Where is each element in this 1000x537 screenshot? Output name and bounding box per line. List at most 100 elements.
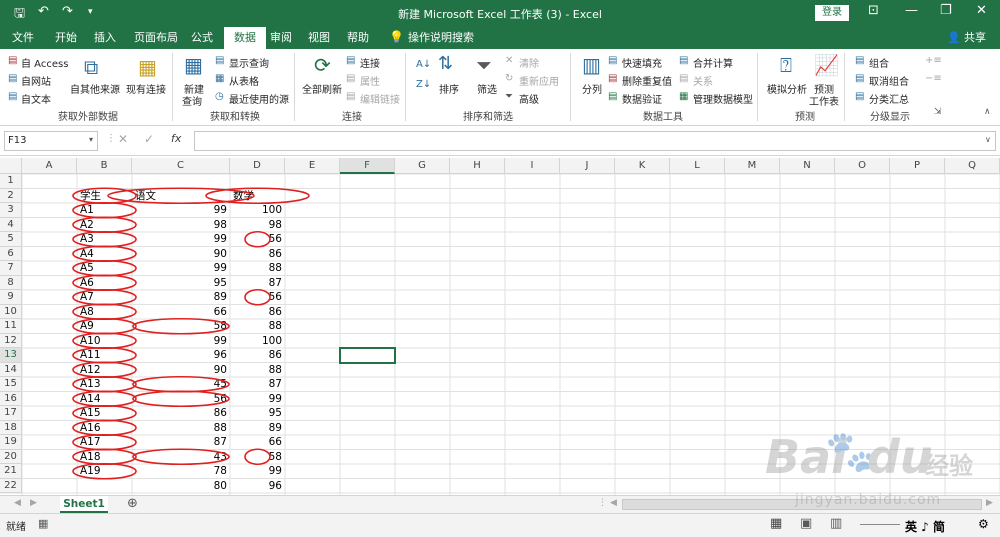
hscroll-left-icon[interactable]: ◀ (610, 498, 617, 508)
cell-math-score[interactable]: 98 (230, 218, 285, 233)
ungroup-button[interactable]: 取消组合 (869, 73, 909, 88)
cell-math-score[interactable]: 99 (230, 464, 285, 479)
row-header-2[interactable]: 2 (0, 188, 22, 203)
column-header-n[interactable]: N (780, 158, 835, 174)
cell-chinese-score[interactable]: 43 (132, 450, 230, 465)
refresh-all-button[interactable]: 全部刷新 (302, 81, 342, 96)
clear-button[interactable]: 清除 (519, 55, 539, 70)
cancel-icon[interactable]: ✕ (118, 132, 128, 146)
cell-chinese-score[interactable]: 80 (132, 479, 230, 494)
cell-chinese-score[interactable]: 99 (132, 261, 230, 276)
sheet-tab-sheet1[interactable]: Sheet1 (60, 496, 108, 513)
cell-student[interactable]: A2 (77, 218, 132, 233)
login-button[interactable]: 登录 (815, 5, 849, 21)
cell-chinese-score[interactable]: 56 (132, 392, 230, 407)
cell-chinese-score[interactable]: 66 (132, 305, 230, 320)
cell-chinese-score[interactable]: 96 (132, 348, 230, 363)
cell-chinese-score[interactable]: 95 (132, 276, 230, 291)
row-header-18[interactable]: 18 (0, 420, 22, 435)
cell-math-score[interactable]: 86 (230, 247, 285, 262)
insert-function-button[interactable]: fx (171, 132, 181, 145)
cell-student[interactable]: A12 (77, 363, 132, 378)
column-header-p[interactable]: P (890, 158, 945, 174)
cell-chinese-score[interactable]: 99 (132, 232, 230, 247)
row-header-21[interactable]: 21 (0, 464, 22, 479)
cell-student[interactable]: A17 (77, 435, 132, 450)
formula-input[interactable] (194, 131, 996, 151)
manage-data-model-button[interactable]: 管理数据模型 (693, 91, 753, 106)
cell-student[interactable]: A9 (77, 319, 132, 334)
row-header-19[interactable]: 19 (0, 435, 22, 450)
row-header-14[interactable]: 14 (0, 362, 22, 377)
cell-math-score[interactable]: 88 (230, 363, 285, 378)
advanced-button[interactable]: 高级 (519, 91, 539, 106)
cell-chinese-score[interactable]: 88 (132, 421, 230, 436)
name-box[interactable]: F13 (4, 131, 98, 151)
cell-chinese-score[interactable]: 90 (132, 247, 230, 262)
column-header-g[interactable]: G (395, 158, 450, 174)
row-header-22[interactable]: 22 (0, 478, 22, 493)
cell-student[interactable]: A15 (77, 406, 132, 421)
tab-review[interactable]: 审阅 (264, 27, 298, 49)
row-header-1[interactable]: 1 (0, 174, 22, 189)
properties-button[interactable]: 属性 (360, 73, 380, 88)
cell-chinese-score[interactable]: 90 (132, 363, 230, 378)
cell-math-score[interactable]: 86 (230, 348, 285, 363)
cell-math-score[interactable]: 95 (230, 406, 285, 421)
maximize-icon[interactable]: ❐ (940, 3, 952, 18)
select-all-corner[interactable] (0, 158, 22, 174)
cell-math-score[interactable]: 56 (230, 232, 285, 247)
column-header-b[interactable]: B (77, 158, 132, 174)
column-header-i[interactable]: I (505, 158, 560, 174)
cell-chinese-score[interactable]: 99 (132, 334, 230, 349)
cell-math-score[interactable]: 100 (230, 334, 285, 349)
row-header-6[interactable]: 6 (0, 246, 22, 261)
cell-header-chinese[interactable]: 语文 (132, 189, 230, 204)
tab-view[interactable]: 视图 (302, 27, 336, 49)
row-header-9[interactable]: 9 (0, 290, 22, 305)
tab-file[interactable]: 文件 (6, 27, 40, 49)
remove-duplicates-button[interactable]: 删除重复值 (622, 73, 672, 88)
sort-za-icon[interactable]: Z↓ (416, 79, 431, 90)
from-web-button[interactable]: 自网站 (21, 73, 51, 88)
other-sources-button[interactable]: 自其他来源 (70, 81, 120, 96)
tab-data[interactable]: 数据 (224, 27, 266, 49)
cell-student[interactable]: A7 (77, 290, 132, 305)
column-header-k[interactable]: K (615, 158, 670, 174)
row-header-5[interactable]: 5 (0, 232, 22, 247)
consolidate-button[interactable]: 合并计算 (693, 55, 733, 70)
minimize-icon[interactable]: — (905, 3, 918, 18)
column-header-l[interactable]: L (670, 158, 725, 174)
cell-math-score[interactable]: 99 (230, 392, 285, 407)
cell-header-student[interactable]: 学生 (77, 189, 132, 204)
cell-math-score[interactable]: 86 (230, 305, 285, 320)
column-header-f[interactable]: F (340, 158, 395, 174)
ribbon-display-icon[interactable]: ⊡ (868, 3, 879, 18)
zoom-slider[interactable] (860, 524, 900, 525)
sort-az-icon[interactable]: A↓ (416, 59, 431, 70)
cell-math-score[interactable]: 56 (230, 290, 285, 305)
cell-student[interactable]: A10 (77, 334, 132, 349)
group-button[interactable]: 组合 (869, 55, 889, 70)
hide-detail-icon[interactable]: −≡ (925, 73, 942, 84)
row-header-4[interactable]: 4 (0, 217, 22, 232)
column-header-a[interactable]: A (22, 158, 77, 174)
from-access-button[interactable]: 自 Access (21, 55, 68, 70)
row-header-13[interactable]: 13 (0, 348, 22, 363)
expand-formula-icon[interactable]: ∨ (985, 135, 991, 144)
cell-chinese-score[interactable]: 45 (132, 377, 230, 392)
cell-math-score[interactable]: 66 (230, 435, 285, 450)
enter-icon[interactable]: ✓ (144, 132, 154, 146)
cell-math-score[interactable]: 100 (230, 203, 285, 218)
row-header-12[interactable]: 12 (0, 333, 22, 348)
cell-math-score[interactable]: 87 (230, 377, 285, 392)
tab-page-layout[interactable]: 页面布局 (128, 27, 184, 49)
close-icon[interactable]: ✕ (976, 3, 987, 18)
sort-button[interactable]: 排序 (439, 81, 459, 96)
cell-math-score[interactable]: 58 (230, 450, 285, 465)
row-header-7[interactable]: 7 (0, 261, 22, 276)
dialog-launcher-icon[interactable]: ⇲ (934, 107, 942, 117)
column-header-h[interactable]: H (450, 158, 505, 174)
subtotal-button[interactable]: 分类汇总 (869, 91, 909, 106)
cell-student[interactable]: A5 (77, 261, 132, 276)
